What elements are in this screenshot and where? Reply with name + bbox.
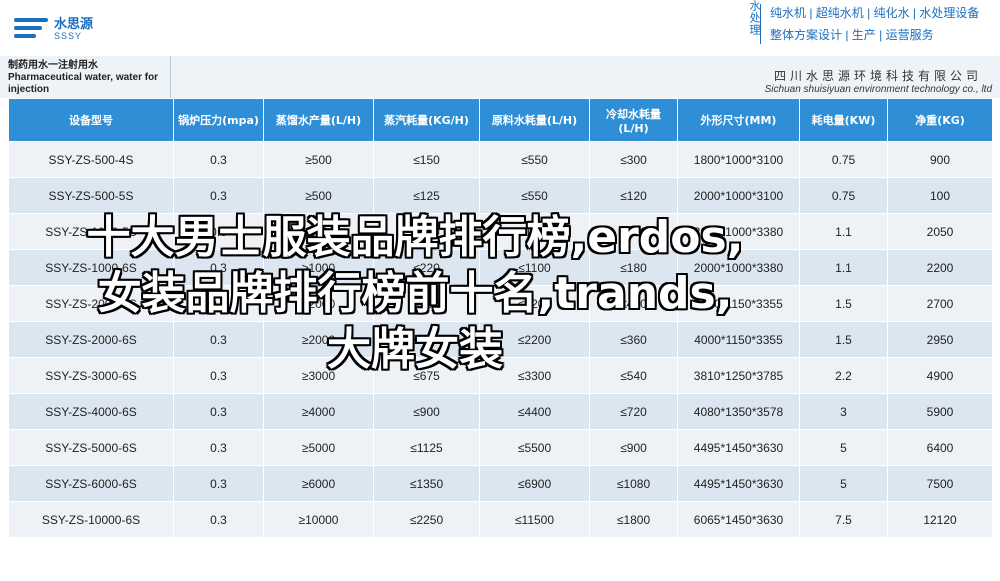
table-cell: ≥500 bbox=[263, 177, 374, 214]
table-cell: ≤6900 bbox=[479, 465, 590, 502]
table-cell: SSY-ZS-4000-6S bbox=[8, 393, 174, 430]
table-cell: ≤5500 bbox=[479, 429, 590, 466]
column-header: 设备型号 bbox=[8, 98, 174, 142]
table-cell: ≥10000 bbox=[263, 501, 374, 538]
table-cell: ≤550 bbox=[479, 177, 590, 214]
logo-en-text: SSSY bbox=[54, 31, 83, 41]
table-cell: 12120 bbox=[887, 501, 993, 538]
table-cell: 2700 bbox=[887, 285, 993, 322]
table-cell: 7500 bbox=[887, 465, 993, 502]
table-cell: 2000*1000*3100 bbox=[677, 177, 800, 214]
brand-divider bbox=[760, 4, 761, 44]
overlay-headline: 十大男士服装品牌排行榜,erdos, 女装品牌排行榜前十名,trands, 大牌… bbox=[20, 210, 810, 378]
table-cell: 2.2 bbox=[799, 357, 888, 394]
table-cell: 900 bbox=[887, 141, 993, 178]
table-cell: ≤1350 bbox=[373, 465, 480, 502]
table-cell: ≤11500 bbox=[479, 501, 590, 538]
overlay-line-1: 十大男士服装品牌排行榜,erdos, bbox=[86, 212, 744, 263]
company-name-cn: 四川水思源环境科技有限公司 bbox=[773, 69, 982, 83]
table-row: SSY-ZS-6000-6S 0.3 ≥6000 ≤1350 ≤6900 ≤1080 449… bbox=[8, 465, 993, 502]
table-cell: 0.3 bbox=[173, 177, 264, 214]
table-cell: 2950 bbox=[887, 321, 993, 358]
column-header: 耗电量(KW) bbox=[799, 98, 888, 142]
table-cell: 3 bbox=[799, 393, 888, 430]
table-cell: ≤125 bbox=[373, 177, 480, 214]
column-header: 锅炉压力(mpa) bbox=[173, 98, 264, 142]
column-header: 外形尺寸(MM) bbox=[677, 98, 800, 142]
table-row: SSY-ZS-4000-6S 0.3 ≥4000 ≤900 ≤4400 ≤720 4080*… bbox=[8, 393, 993, 430]
table-row: SSY-ZS-500-4S 0.3 ≥500 ≤150 ≤550 ≤300 1800*100… bbox=[8, 141, 993, 178]
table-cell: 5 bbox=[799, 465, 888, 502]
table-cell: ≥6000 bbox=[263, 465, 374, 502]
table-cell: ≤120 bbox=[589, 177, 678, 214]
table-cell: 7.5 bbox=[799, 501, 888, 538]
brand-vertical-text: 水处理 bbox=[748, 0, 760, 36]
table-cell: 4495*1450*3630 bbox=[677, 465, 800, 502]
table-cell: 0.75 bbox=[799, 177, 888, 214]
column-header: 原料水耗量(L/H) bbox=[479, 98, 590, 142]
column-header: 冷却水耗量(L/H) bbox=[589, 98, 678, 142]
table-cell: ≤1125 bbox=[373, 429, 480, 466]
column-header: 蒸馏水产量(L/H) bbox=[263, 98, 374, 142]
table-row: SSY-ZS-5000-6S 0.3 ≥5000 ≤1125 ≤5500 ≤900 4495… bbox=[8, 429, 993, 466]
table-cell: ≤1800 bbox=[589, 501, 678, 538]
table-cell: 5 bbox=[799, 429, 888, 466]
table-header-row: 设备型号 锅炉压力(mpa) 蒸馏水产量(L/H) 蒸汽耗量(KG/H) 原料水耗量(L… bbox=[8, 98, 993, 142]
table-cell: 1.1 bbox=[799, 213, 888, 250]
table-cell: 6400 bbox=[887, 429, 993, 466]
table-cell: 4080*1350*3578 bbox=[677, 393, 800, 430]
table-cell: ≤900 bbox=[373, 393, 480, 430]
table-cell: ≤150 bbox=[373, 141, 480, 178]
table-cell: ≤300 bbox=[589, 141, 678, 178]
table-cell: 1.5 bbox=[799, 285, 888, 322]
table-cell: 1.1 bbox=[799, 249, 888, 286]
table-cell: ≤4400 bbox=[479, 393, 590, 430]
table-cell: ≥5000 bbox=[263, 429, 374, 466]
company-name-en: Sichuan shuisiyuan environment technolog… bbox=[764, 84, 992, 95]
table-cell: 0.75 bbox=[799, 141, 888, 178]
table-cell: 5900 bbox=[887, 393, 993, 430]
services-list: 纯水机 | 超纯水机 | 纯化水 | 水处理设备 整体方案设计 | 生产 | 运… bbox=[770, 2, 979, 46]
table-cell: 1800*1000*3100 bbox=[677, 141, 800, 178]
table-cell: 4495*1450*3630 bbox=[677, 429, 800, 466]
table-cell: 6065*1450*3630 bbox=[677, 501, 800, 538]
services-line-1: 纯水机 | 超纯水机 | 纯化水 | 水处理设备 bbox=[770, 6, 980, 20]
table-cell: ≤900 bbox=[589, 429, 678, 466]
product-category-title: 制药用水一注射用水 Pharmaceutical water, water fo… bbox=[8, 60, 159, 95]
table-cell: 0.3 bbox=[173, 141, 264, 178]
table-cell: ≤2250 bbox=[373, 501, 480, 538]
table-cell: SSY-ZS-6000-6S bbox=[8, 465, 174, 502]
table-cell: 1.5 bbox=[799, 321, 888, 358]
table-cell: 100 bbox=[887, 177, 993, 214]
column-header: 净重(KG) bbox=[887, 98, 993, 142]
column-header: 蒸汽耗量(KG/H) bbox=[373, 98, 480, 142]
table-cell: ≤550 bbox=[479, 141, 590, 178]
band-divider bbox=[170, 56, 171, 98]
table-row: SSY-ZS-10000-6S 0.3 ≥10000 ≤2250 ≤11500 ≤1800… bbox=[8, 501, 993, 538]
overlay-line-3: 大牌女装 bbox=[327, 324, 503, 375]
table-cell: 0.3 bbox=[173, 501, 264, 538]
company-logo[interactable]: 水思源 SSSY bbox=[14, 16, 93, 42]
water-logo-icon bbox=[14, 16, 48, 42]
table-cell: SSY-ZS-10000-6S bbox=[8, 501, 174, 538]
table-cell: 2200 bbox=[887, 249, 993, 286]
table-cell: ≥4000 bbox=[263, 393, 374, 430]
logo-cn-text: 水思源 bbox=[54, 16, 94, 31]
overlay-line-2: 女装品牌排行榜前十名,trands, bbox=[97, 268, 733, 319]
table-cell: 4900 bbox=[887, 357, 993, 394]
table-cell: SSY-ZS-500-4S bbox=[8, 141, 174, 178]
table-cell: SSY-ZS-5000-6S bbox=[8, 429, 174, 466]
table-cell: 2050 bbox=[887, 213, 993, 250]
table-cell: ≥500 bbox=[263, 141, 374, 178]
table-cell: 0.3 bbox=[173, 393, 264, 430]
services-line-2: 整体方案设计 | 生产 | 运营服务 bbox=[770, 28, 934, 42]
table-cell: 0.3 bbox=[173, 429, 264, 466]
table-row: SSY-ZS-500-5S 0.3 ≥500 ≤125 ≤550 ≤120 2000*100… bbox=[8, 177, 993, 214]
table-cell: SSY-ZS-500-5S bbox=[8, 177, 174, 214]
header-bar: 水思源 SSSY 水处理 纯水机 | 超纯水机 | 纯化水 | 水处理设备 整体… bbox=[0, 0, 1000, 56]
table-cell: 0.3 bbox=[173, 465, 264, 502]
table-cell: ≤1080 bbox=[589, 465, 678, 502]
table-cell: ≤720 bbox=[589, 393, 678, 430]
